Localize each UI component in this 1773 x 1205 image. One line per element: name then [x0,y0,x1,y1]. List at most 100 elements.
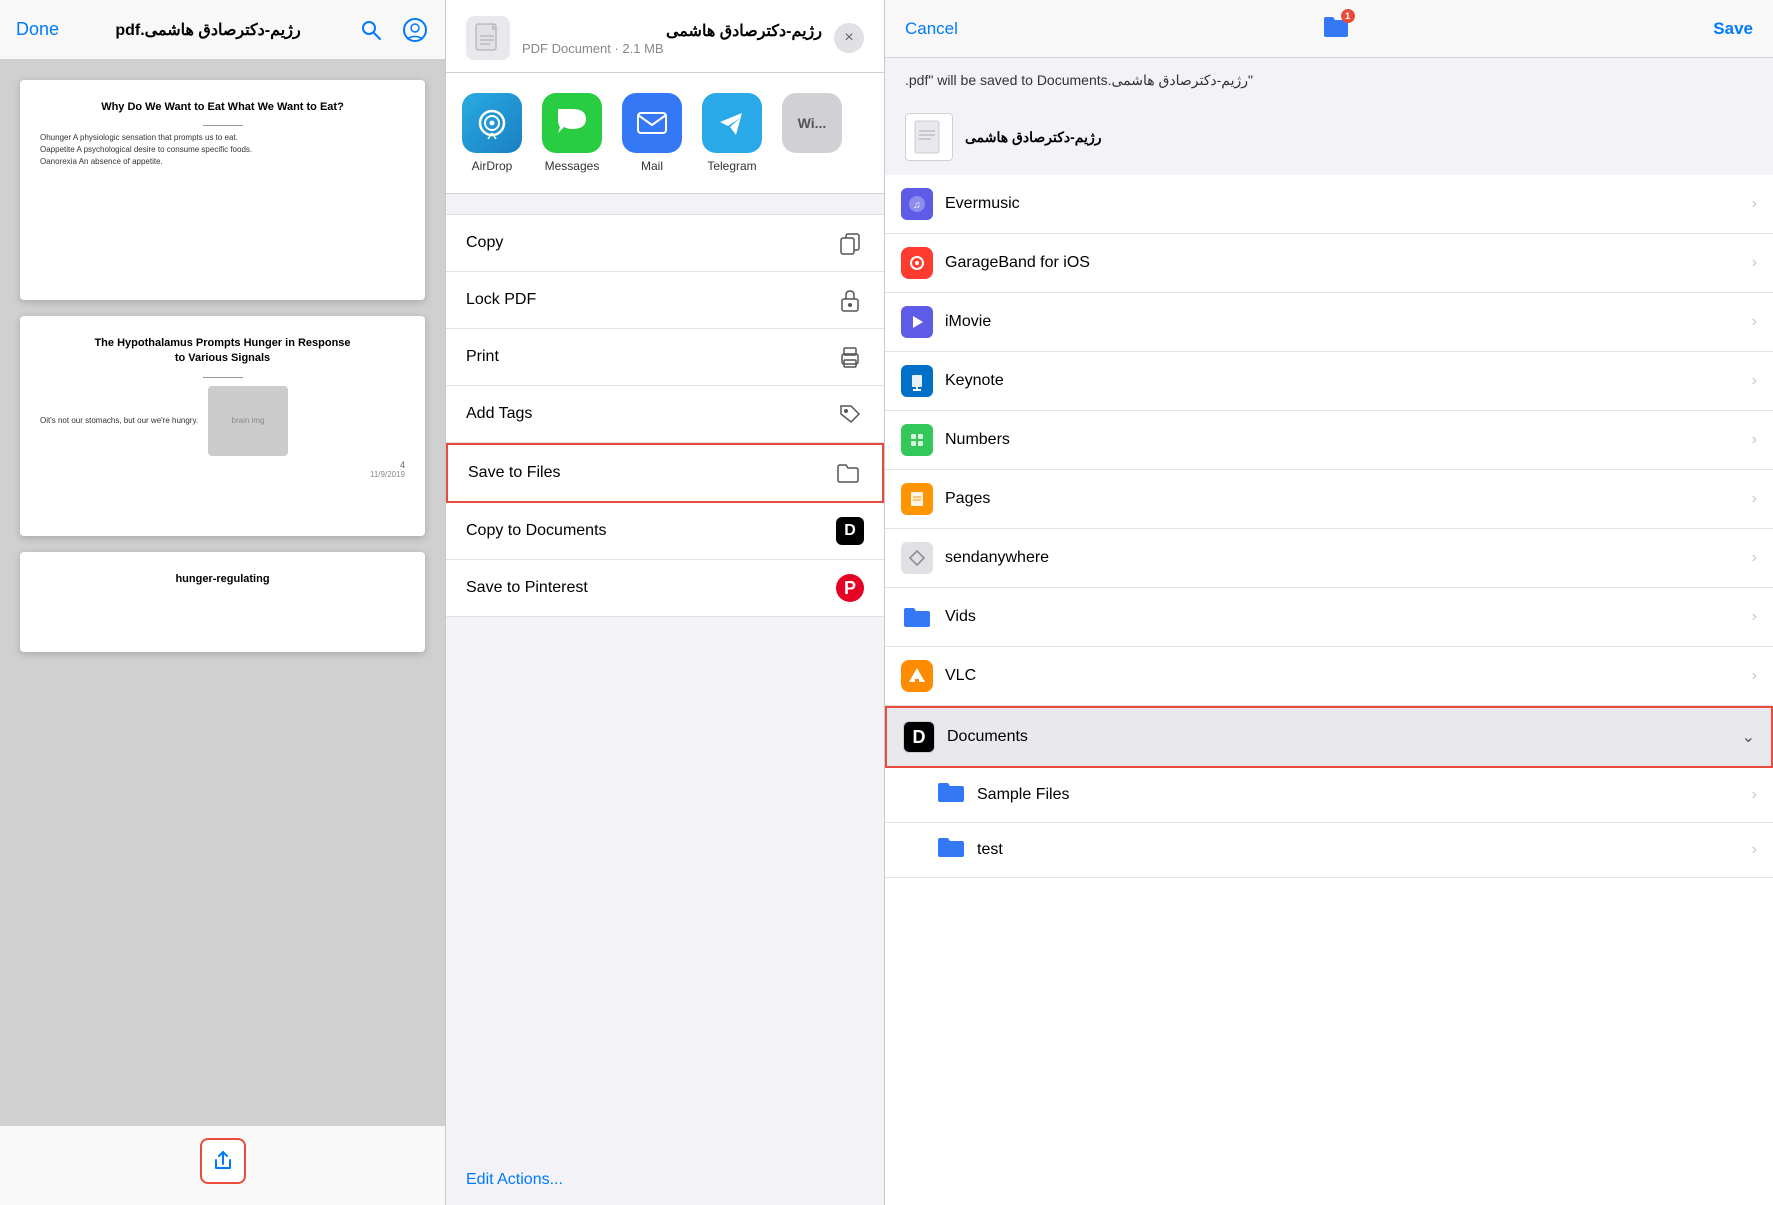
pdf-page-title-3: hunger-regulating [40,572,405,587]
save-preview: رژیم-دکترصادق هاشمی [885,103,1773,175]
save-preview-name: رژیم-دکترصادق هاشمی [965,129,1102,146]
test-name: test [977,841,1740,859]
folder-evermusic[interactable]: ♫ Evermusic › [885,175,1773,234]
share-file-meta: PDF Document · 2.1 MB [522,41,822,56]
pages-icon [901,483,933,515]
test-folder-icon [937,836,965,864]
folder-pages[interactable]: Pages › [885,470,1773,529]
action-save-files-label: Save to Files [468,464,822,482]
evermusic-chevron: › [1752,195,1757,213]
pages-chevron: › [1752,490,1757,508]
pdf-page-text-1: Ohunger A physiologic sensation that pro… [40,132,405,168]
pdf-bottom-bar [0,1125,445,1205]
action-print-label: Print [466,348,824,366]
action-copy-to-docs[interactable]: Copy to Documents D [446,503,884,560]
subfolder-test[interactable]: test › [885,823,1773,878]
vids-name: Vids [945,608,1740,626]
keynote-icon [901,365,933,397]
share-app-airdrop[interactable]: AirDrop [462,93,522,173]
pdf-content: Why Do We Want to Eat What We Want to Ea… [0,60,445,1125]
share-file-name: رژیم-دکترصادق هاشمی [522,21,822,41]
folder-vids[interactable]: Vids › [885,588,1773,647]
action-pinterest-label: Save to Pinterest [466,579,824,597]
sample-files-name: Sample Files [977,786,1740,804]
sample-files-chevron: › [1752,786,1757,804]
action-save-pinterest[interactable]: Save to Pinterest P [446,560,884,617]
share-close-button[interactable]: × [834,23,864,53]
copy-icon [836,229,864,257]
share-app-messages[interactable]: Messages [542,93,602,173]
folder-imovie[interactable]: iMovie › [885,293,1773,352]
print-icon [836,343,864,371]
pdf-page-image-area: Oit's not our stomachs, but our we're hu… [40,386,405,456]
folder-sendanywhere[interactable]: sendanywhere › [885,529,1773,588]
folder-vlc[interactable]: VLC › [885,647,1773,706]
numbers-chevron: › [1752,431,1757,449]
profile-icon[interactable] [401,16,429,44]
imovie-chevron: › [1752,313,1757,331]
lock-icon [836,286,864,314]
svg-text:♫: ♫ [913,200,921,211]
garageband-chevron: › [1752,254,1757,272]
brain-image: brain img [208,386,288,456]
vlc-chevron: › [1752,667,1757,685]
numbers-name: Numbers [945,431,1740,449]
action-save-to-files[interactable]: Save to Files [446,443,884,503]
numbers-icon [901,424,933,456]
keynote-chevron: › [1752,372,1757,390]
save-description: "رژیم-دکترصادق هاشمی.pdf" will be saved … [885,58,1773,103]
save-dialog-header: Cancel 1 Save [885,0,1773,58]
save-dialog: Cancel 1 Save "رژیم-دکترصادق هاشمی.pdf" … [885,0,1773,1205]
pdf-page-1: Why Do We Want to Eat What We Want to Ea… [20,80,425,300]
edit-actions[interactable]: Edit Actions... [446,1155,884,1205]
pdf-page-text-2: Oit's not our stomachs, but our we're hu… [40,415,198,427]
save-preview-thumb [905,113,953,161]
telegram-label: Telegram [707,159,756,173]
action-copy-docs-label: Copy to Documents [466,522,824,540]
evermusic-icon: ♫ [901,188,933,220]
action-copy[interactable]: Copy [446,214,884,272]
share-sheet: رژیم-دکترصادق هاشمی PDF Document · 2.1 M… [445,0,885,1205]
folder-garageband[interactable]: GarageBand for iOS › [885,234,1773,293]
vids-chevron: › [1752,608,1757,626]
messages-label: Messages [545,159,600,173]
share-app-more[interactable]: Wi... [782,93,842,159]
share-file-info: رژیم-دکترصادق هاشمی PDF Document · 2.1 M… [522,21,822,56]
pdf-page-title-2: The Hypothalamus Prompts Hunger in Respo… [40,336,405,367]
page-divider-2 [203,377,243,378]
action-lock-pdf[interactable]: Lock PDF [446,272,884,329]
messages-icon [542,93,602,153]
folder-badge: 1 [1341,9,1355,23]
share-app-mail[interactable]: Mail [622,93,682,173]
sample-files-folder-icon [937,781,965,809]
documents-icon: D [903,721,935,753]
file-icon [466,16,510,60]
share-app-telegram[interactable]: Telegram [702,93,762,173]
save-button[interactable]: Save [1713,19,1753,39]
subfolder-sample-files[interactable]: Sample Files › [885,768,1773,823]
folder-keynote[interactable]: Keynote › [885,352,1773,411]
pdf-page-title-1: Why Do We Want to Eat What We Want to Ea… [40,100,405,115]
search-icon[interactable] [357,16,385,44]
action-print[interactable]: Print [446,329,884,386]
mail-icon [622,93,682,153]
cancel-button[interactable]: Cancel [905,19,958,39]
folder-numbers[interactable]: Numbers › [885,411,1773,470]
imovie-name: iMovie [945,313,1740,331]
page-date: 11/9/2019 [40,470,405,479]
garageband-name: GarageBand for iOS [945,254,1740,272]
documents-app-icon: D [836,517,864,545]
garageband-icon [901,247,933,279]
share-button[interactable] [200,1138,246,1184]
documents-name: Documents [947,728,1730,746]
share-apps-row: AirDrop Messages Mail [446,73,884,194]
action-lock-label: Lock PDF [466,291,824,309]
action-tags-label: Add Tags [466,405,824,423]
save-folders-list: ♫ Evermusic › GarageBand for iOS › iMovi… [885,175,1773,1205]
imovie-icon [901,306,933,338]
done-button[interactable]: Done [16,19,59,40]
folder-documents[interactable]: D Documents ⌄ [885,706,1773,768]
sendanywhere-chevron: › [1752,549,1757,567]
documents-chevron: ⌄ [1742,727,1755,747]
action-add-tags[interactable]: Add Tags [446,386,884,443]
